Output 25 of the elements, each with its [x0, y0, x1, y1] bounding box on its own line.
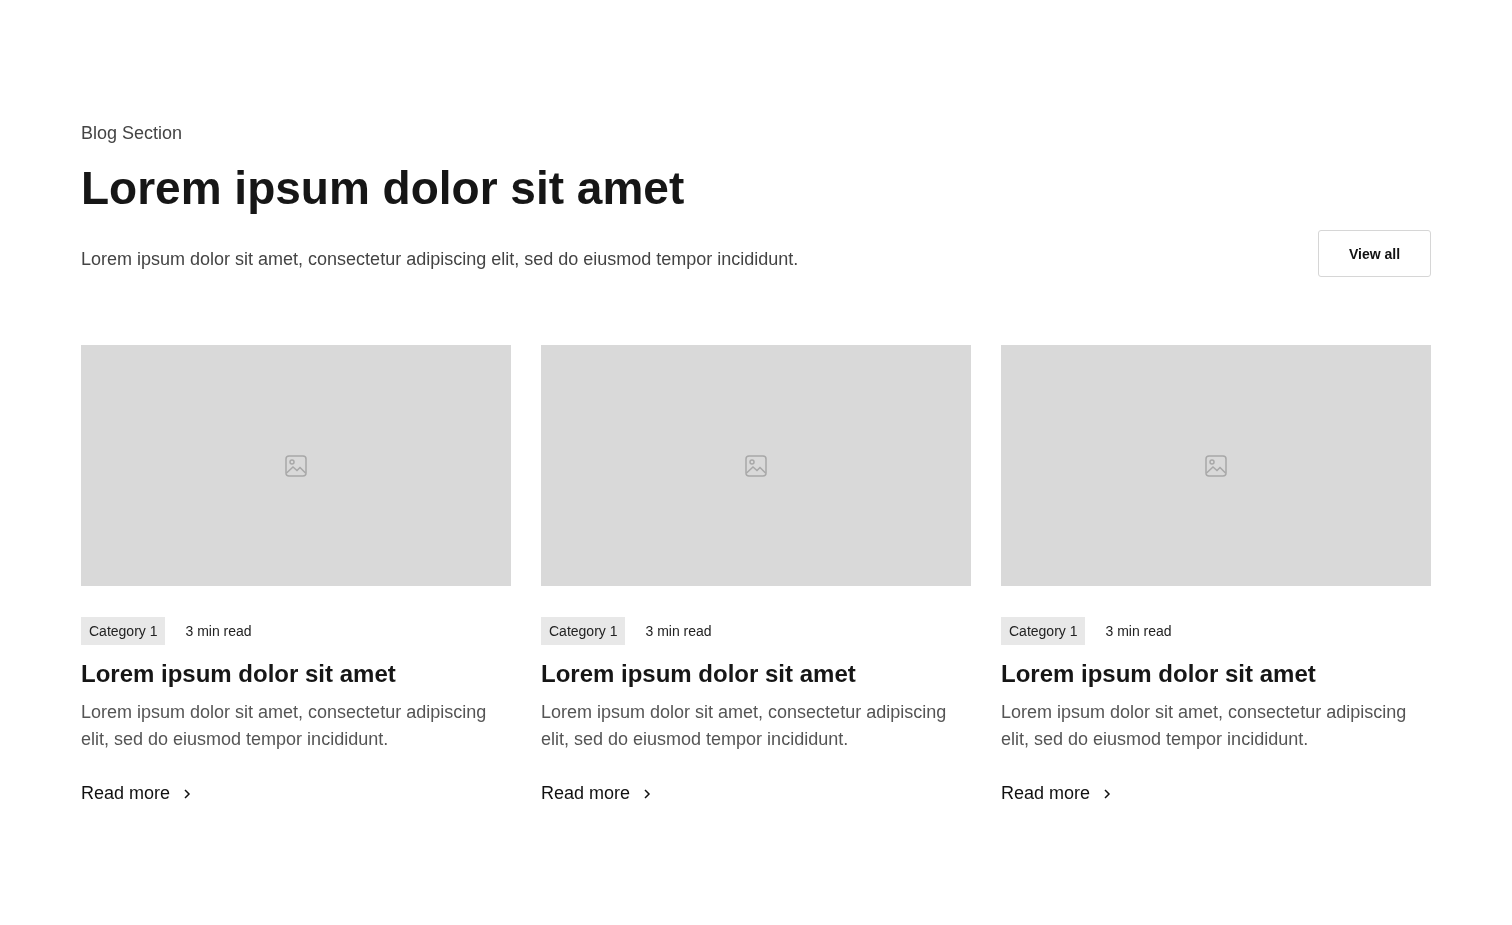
category-tag: Category 1 — [81, 617, 166, 645]
image-icon — [744, 453, 768, 478]
chevron-right-icon — [1102, 787, 1113, 800]
read-time: 3 min read — [645, 623, 712, 639]
post-excerpt: Lorem ipsum dolor sit amet, consectetur adipiscing elit, sed do eiusmod tempor incididunt. — [81, 701, 488, 751]
read-time: 3 min read — [1105, 623, 1172, 639]
post-excerpt: Lorem ipsum dolor sit amet, consectetur adipiscing elit, sed do eiusmod tempor incididunt. — [1001, 701, 1408, 751]
read-more-link[interactable]: Read more — [1001, 783, 1113, 804]
post-title: Lorem ipsum dolor sit amet — [1001, 659, 1317, 689]
chevron-right-icon — [182, 787, 193, 800]
read-time: 3 min read — [185, 623, 252, 639]
section-label: Blog Section — [81, 122, 184, 145]
image-icon — [1204, 453, 1228, 478]
view-all-button[interactable]: View all — [1318, 230, 1431, 277]
section-description: Lorem ipsum dolor sit amet, consectetur adipiscing elit, sed do eiusmod tempor incididunt. — [81, 249, 799, 270]
post-excerpt: Lorem ipsum dolor sit amet, consectetur adipiscing elit, sed do eiusmod tempor incididunt. — [541, 701, 948, 751]
section-heading: Lorem ipsum dolor sit amet — [81, 161, 686, 216]
image-icon — [284, 453, 308, 478]
category-tag: Category 1 — [541, 617, 626, 645]
category-tag: Category 1 — [1001, 617, 1086, 645]
read-more-link[interactable]: Read more — [81, 783, 193, 804]
post-title: Lorem ipsum dolor sit amet — [81, 659, 397, 689]
chevron-right-icon — [642, 787, 653, 800]
post-title: Lorem ipsum dolor sit amet — [541, 659, 857, 689]
read-more-link[interactable]: Read more — [541, 783, 653, 804]
